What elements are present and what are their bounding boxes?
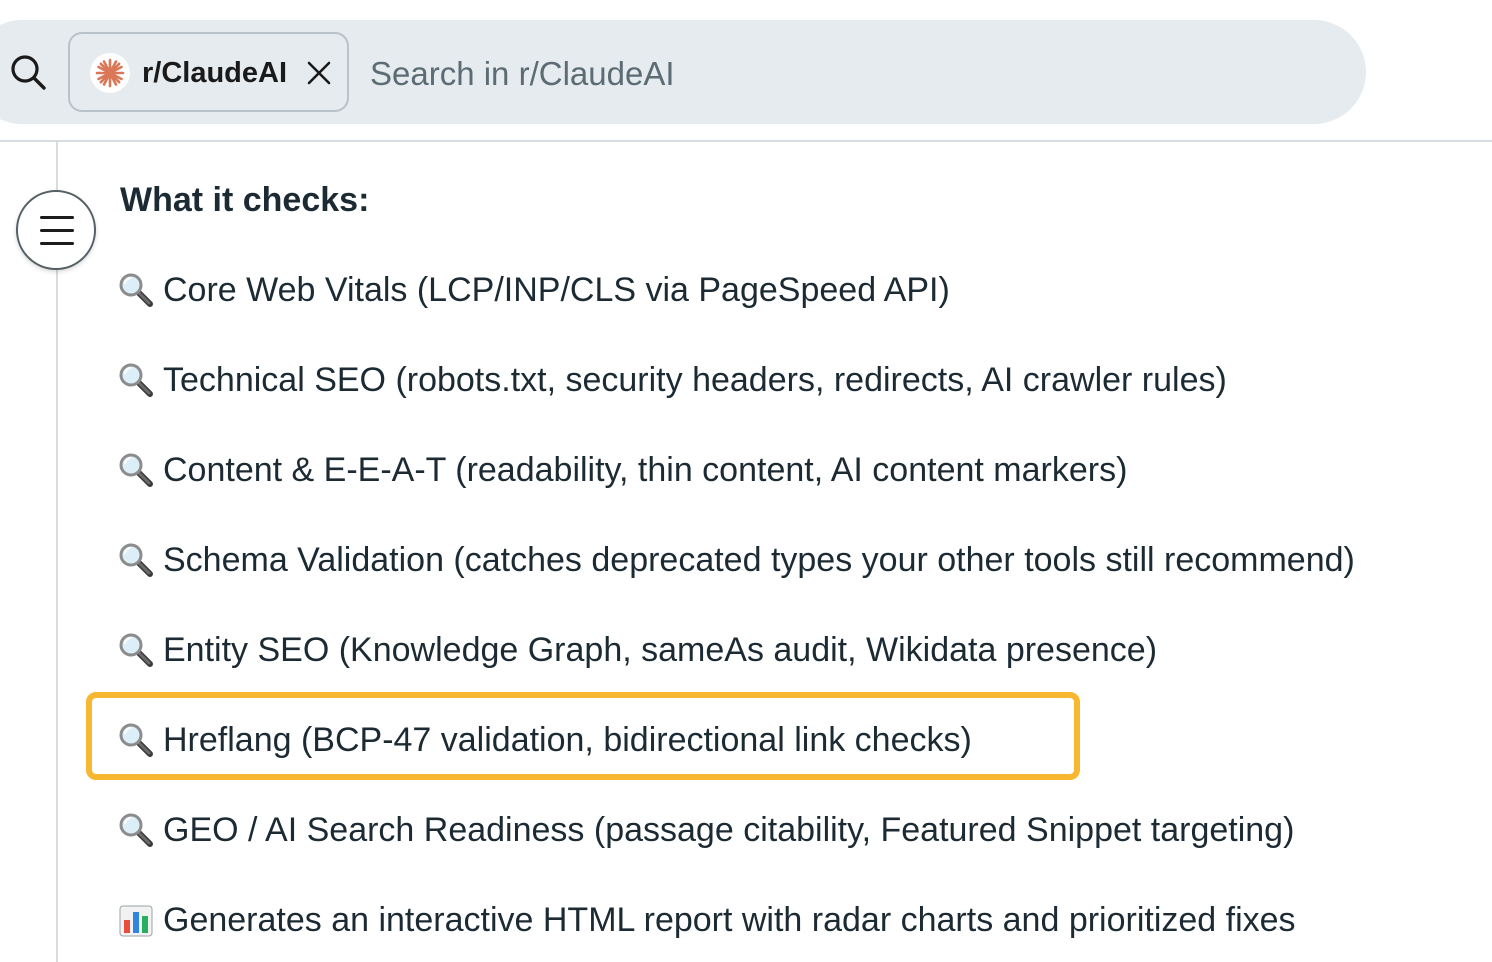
- magnifying-glass-icon: [118, 812, 154, 848]
- search-input[interactable]: [370, 52, 1270, 96]
- comment-heading: What it checks:: [120, 181, 370, 219]
- page: r/ClaudeAI What it checks: Core Web Vita…: [0, 0, 1492, 962]
- list-item: Generates an interactive HTML report wit…: [118, 898, 1296, 942]
- close-icon[interactable]: [306, 60, 332, 86]
- list-item-text: Core Web Vitals (LCP/INP/CLS via PageSpe…: [163, 271, 950, 309]
- collapse-thread-button[interactable]: [16, 190, 96, 270]
- highlight-box: [86, 692, 1080, 780]
- claude-logo-icon: [90, 53, 130, 93]
- list-item-text: Schema Validation (catches deprecated ty…: [163, 541, 1355, 579]
- search-icon[interactable]: [8, 52, 48, 92]
- list-item: Core Web Vitals (LCP/INP/CLS via PageSpe…: [118, 268, 950, 312]
- list-item: Technical SEO (robots.txt, security head…: [118, 358, 1227, 402]
- community-chip[interactable]: r/ClaudeAI: [68, 32, 349, 112]
- magnifying-glass-icon: [118, 362, 154, 398]
- bar-chart-icon: [119, 905, 153, 937]
- magnifying-glass-icon: [118, 272, 154, 308]
- list-item: GEO / AI Search Readiness (passage citab…: [118, 808, 1294, 852]
- menu-icon-bar: [40, 242, 74, 245]
- list-item-text: GEO / AI Search Readiness (passage citab…: [163, 811, 1295, 849]
- magnifying-glass-icon: [118, 632, 154, 668]
- list-item: Entity SEO (Knowledge Graph, sameAs audi…: [118, 628, 1157, 672]
- list-item-text: Technical SEO (robots.txt, security head…: [163, 361, 1227, 399]
- list-item: Schema Validation (catches deprecated ty…: [118, 538, 1355, 582]
- menu-icon-bar: [40, 216, 74, 219]
- header-divider: [0, 140, 1492, 142]
- list-item-text: Generates an interactive HTML report wit…: [163, 901, 1296, 939]
- menu-icon-bar: [40, 229, 74, 232]
- list-item: Content & E-E-A-T (readability, thin con…: [118, 448, 1127, 492]
- magnifying-glass-icon: [118, 452, 154, 488]
- community-chip-label: r/ClaudeAI: [142, 57, 288, 89]
- list-item-text: Content & E-E-A-T (readability, thin con…: [163, 451, 1128, 489]
- magnifying-glass-icon: [118, 542, 154, 578]
- list-item-text: Entity SEO (Knowledge Graph, sameAs audi…: [163, 631, 1158, 669]
